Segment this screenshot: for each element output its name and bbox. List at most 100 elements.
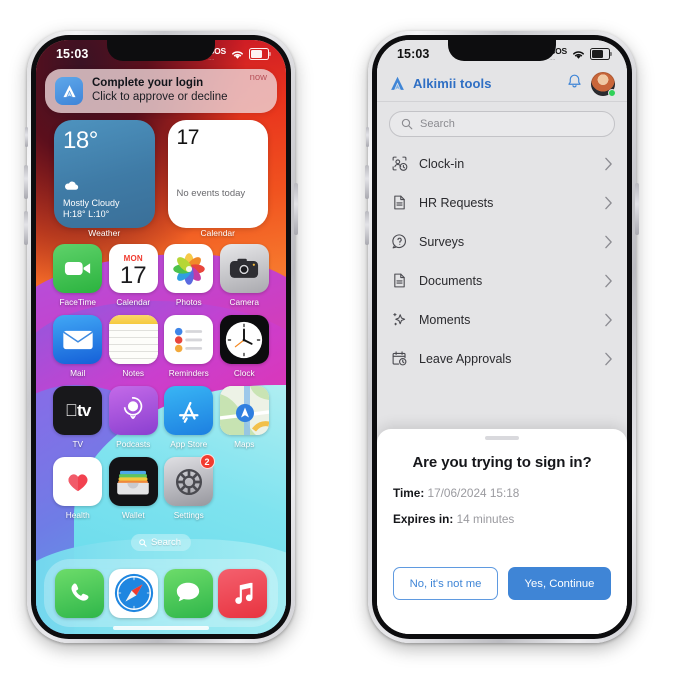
app-reminders[interactable]: Reminders	[161, 315, 217, 378]
app-podcasts[interactable]: Podcasts	[106, 386, 162, 449]
weather-widget[interactable]: 18° Mostly Cloudy H:18° L:10°	[54, 120, 155, 228]
weather-temperature: 18°	[63, 127, 98, 154]
weather-high-low: H:18° L:10°	[63, 208, 110, 219]
search-container: Search	[377, 102, 627, 144]
document-icon	[394, 195, 405, 210]
menu-item-clock-in[interactable]: Clock-in	[377, 144, 627, 183]
chevron-right-icon	[605, 274, 612, 287]
dock-app-safari[interactable]	[109, 568, 159, 618]
app-label: FaceTime	[59, 297, 97, 307]
cloud-icon	[63, 178, 146, 196]
maps-icon	[219, 386, 269, 435]
confirm-button[interactable]: Yes, Continue	[508, 567, 611, 600]
menu-item-label: HR Requests	[419, 195, 494, 210]
clock-in-icon	[392, 156, 408, 171]
menu-item-leave-approvals[interactable]: Leave Approvals	[377, 339, 627, 378]
apple-tv-icon: tv	[53, 386, 103, 435]
battery-icon	[249, 48, 271, 60]
silent-switch[interactable]	[366, 127, 369, 147]
app-tv[interactable]: tv TV	[50, 386, 106, 449]
calendar-icon: MON 17	[108, 244, 158, 293]
app-store-icon	[164, 386, 214, 435]
decline-button[interactable]: No, it's not me	[393, 567, 498, 600]
login-notification-banner[interactable]: Complete your login Click to approve or …	[45, 69, 277, 113]
sheet-title: Are you trying to sign in?	[412, 454, 592, 471]
sign-in-confirmation-sheet: Are you trying to sign in? Time: 17/06/2…	[377, 429, 627, 634]
sheet-time-row: Time: 17/06/2024 15:18	[393, 486, 611, 500]
app-facetime[interactable]: FaceTime	[50, 244, 106, 307]
app-label: Notes	[122, 368, 145, 378]
dock-app-music[interactable]	[218, 568, 268, 618]
app-wallet[interactable]: Wallet	[106, 457, 162, 520]
calendar-day: 17	[119, 262, 147, 289]
sheet-expires-label: Expires in:	[393, 512, 454, 526]
chevron-right-icon	[605, 235, 612, 248]
notch	[107, 40, 215, 61]
app-settings[interactable]: 2 Settings	[161, 454, 217, 520]
app-mail[interactable]: Mail	[50, 315, 106, 378]
calendar-events-text: No events today	[176, 188, 246, 199]
weather-widget-label: Weather	[88, 228, 121, 238]
phone-bezel-left: 15:03 SOS .... Complete your login Click…	[31, 35, 291, 639]
home-indicator-left[interactable]	[113, 626, 209, 630]
bell-icon[interactable]	[566, 73, 583, 95]
menu-item-hr-requests[interactable]: HR Requests	[377, 183, 627, 222]
photos-icon	[164, 244, 214, 293]
app-notes[interactable]: Notes	[106, 315, 162, 378]
calendar-widget-label: Calendar	[200, 228, 236, 238]
app-appstore[interactable]: App Store	[161, 386, 217, 449]
alkimii-logo-icon	[391, 76, 404, 90]
battery-icon	[590, 48, 612, 60]
volume-down-button[interactable]	[365, 211, 369, 245]
app-label: Photos	[175, 297, 202, 307]
power-button[interactable]	[294, 183, 298, 235]
sheet-time-value: 17/06/2024 15:18	[427, 486, 520, 500]
chevron-right-icon	[605, 313, 612, 326]
sheet-grabber[interactable]	[485, 436, 519, 440]
volume-down-button[interactable]	[24, 211, 28, 245]
chevron-right-icon	[605, 352, 612, 365]
phone-device-left: 15:03 SOS .... Complete your login Click…	[24, 31, 298, 643]
dock-app-phone[interactable]	[54, 568, 104, 618]
online-status-dot	[608, 88, 616, 97]
app-clock[interactable]: Clock	[217, 315, 273, 378]
status-time: 15:03	[397, 47, 430, 61]
reminders-icon	[164, 315, 214, 364]
volume-up-button[interactable]	[24, 165, 28, 199]
dock	[44, 559, 278, 627]
music-icon	[218, 568, 268, 618]
menu-item-documents[interactable]: Documents	[377, 261, 627, 300]
app-camera[interactable]: Camera	[217, 244, 273, 307]
dock-app-messages[interactable]	[163, 568, 213, 618]
menu-item-label: Leave Approvals	[419, 351, 512, 366]
health-icon	[53, 457, 103, 506]
safari-icon	[109, 568, 159, 618]
alkimii-logo-icon	[55, 77, 83, 105]
menu-item-surveys[interactable]: Surveys	[377, 222, 627, 261]
mail-icon	[53, 315, 103, 364]
sheet-expires-value: 14 minutes	[456, 512, 515, 526]
app-health[interactable]: Health	[50, 457, 106, 520]
app-maps[interactable]: Maps	[217, 386, 273, 449]
home-search-label: Search	[150, 537, 182, 548]
app-label: Maps	[234, 439, 255, 449]
settings-badge: 2	[199, 454, 215, 469]
app-calendar[interactable]: MON 17 Calendar	[106, 244, 162, 307]
avatar[interactable]	[591, 71, 616, 97]
power-button[interactable]	[635, 183, 639, 235]
app-label: App Store	[170, 439, 208, 449]
volume-up-button[interactable]	[365, 165, 369, 199]
calendar-widget[interactable]: 17 No events today	[167, 120, 268, 228]
widget-labels: Weather Calendar	[54, 228, 268, 238]
home-search-pill[interactable]: Search	[130, 534, 192, 551]
app-label: TV	[72, 439, 84, 449]
wallet-icon	[108, 457, 158, 506]
menu-item-moments[interactable]: Moments	[377, 300, 627, 339]
brand-block: Alkimii tools	[389, 75, 558, 92]
app-photos[interactable]: Photos	[161, 244, 217, 307]
menu-item-label: Surveys	[419, 234, 465, 249]
calendar-clock-icon	[392, 351, 407, 366]
calendar-day-number: 17	[176, 126, 200, 149]
search-input[interactable]: Search	[389, 111, 615, 137]
silent-switch[interactable]	[25, 127, 28, 147]
